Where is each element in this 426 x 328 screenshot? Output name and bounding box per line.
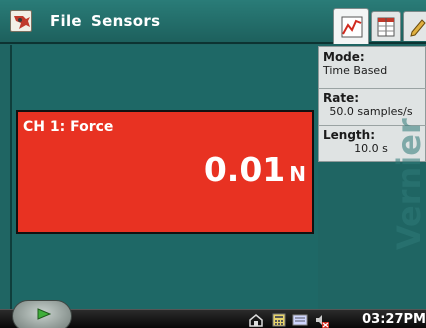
title-bar: File Sensors	[0, 0, 426, 44]
rate-label: Rate:	[323, 91, 360, 105]
brand-watermark: Vernier	[390, 118, 426, 250]
table-icon	[377, 17, 395, 37]
volume-muted-icon[interactable]	[314, 313, 330, 328]
meter-unit: N	[289, 162, 306, 186]
meter-reading: 0.01 N	[204, 150, 306, 189]
mode-info: Mode: Time Based	[319, 50, 426, 78]
tab-table[interactable]	[371, 11, 401, 41]
meter-value: 0.01	[203, 150, 286, 189]
mode-label: Mode:	[323, 50, 365, 64]
tab-graph[interactable]	[333, 8, 369, 44]
app-logo-icon[interactable]	[10, 10, 32, 32]
rate-value: 50.0 samples/s	[329, 105, 413, 118]
pencil-icon	[410, 19, 426, 37]
mode-value: Time Based	[323, 64, 388, 77]
meter-display[interactable]: CH 1: Force 0.01 N	[16, 110, 314, 234]
menu-file[interactable]: File	[50, 12, 82, 30]
graph-icon	[341, 16, 363, 38]
clock[interactable]: 03:27PM	[362, 312, 426, 327]
tab-notes[interactable]	[403, 11, 426, 41]
keyboard-icon[interactable]	[292, 313, 308, 327]
rate-info: Rate: 50.0 samples/s	[319, 88, 426, 119]
channel-label: CH 1: Force	[23, 119, 114, 135]
menu-sensors[interactable]: Sensors	[91, 12, 160, 30]
start-collection-button[interactable]	[12, 300, 72, 328]
play-icon	[37, 308, 51, 320]
home-icon[interactable]	[248, 313, 264, 327]
calculator-icon[interactable]	[272, 313, 286, 327]
